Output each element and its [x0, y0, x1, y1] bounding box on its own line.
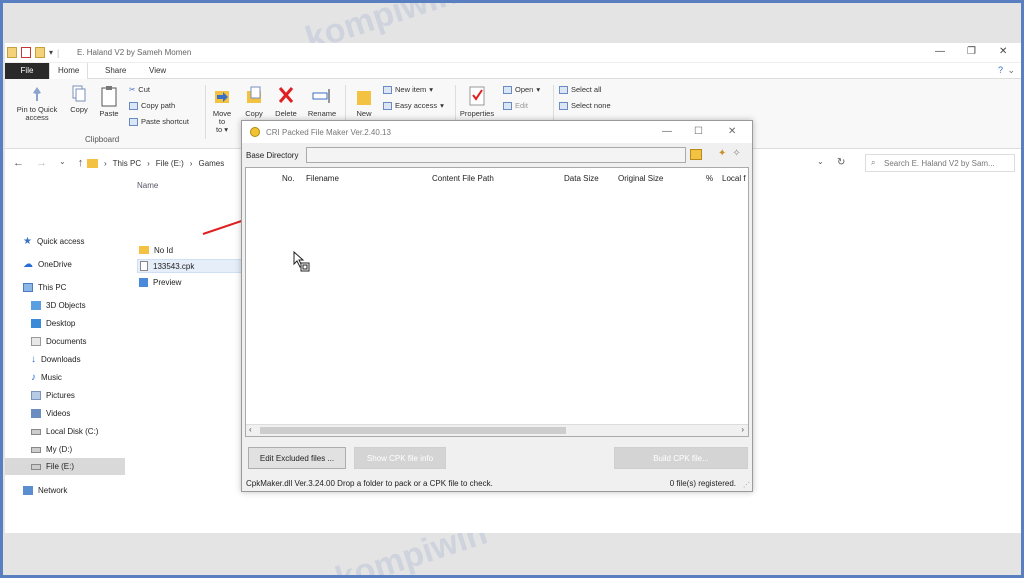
settings-icon[interactable]: ✧ [732, 148, 740, 159]
dialog-title: CRI Packed File Maker Ver.2.40.13 [266, 128, 391, 137]
file-count-status: 0 file(s) registered. [669, 479, 736, 488]
resize-grip-icon[interactable]: ⋰ [743, 481, 750, 489]
column-header-no[interactable]: No. [282, 174, 294, 183]
build-cpk-button[interactable]: Build CPK file... [614, 447, 748, 469]
wand-icon[interactable]: ✦ [718, 148, 726, 159]
scroll-left-icon[interactable]: ‹ [249, 425, 252, 434]
horizontal-scrollbar[interactable]: ‹ › [246, 424, 748, 436]
edit-excluded-files-button[interactable]: Edit Excluded files ... [248, 447, 346, 469]
browse-folder-icon[interactable] [690, 149, 702, 160]
close-icon[interactable]: ✕ [728, 126, 736, 137]
dialog-title-bar: CRI Packed File Maker Ver.2.40.13 — ☐ ✕ [242, 121, 752, 143]
scroll-right-icon[interactable]: › [741, 425, 744, 434]
column-header-data-size[interactable]: Data Size [564, 174, 599, 183]
base-directory-input[interactable] [306, 147, 686, 163]
dialog-tool-icons: ✦ ✧ [718, 148, 741, 159]
column-header-percent[interactable]: % [706, 174, 713, 183]
drag-cursor-icon [293, 251, 310, 272]
maximize-icon[interactable]: ☐ [694, 126, 703, 137]
show-cpk-info-button[interactable]: Show CPK file info [354, 447, 446, 469]
column-header-local[interactable]: Local f [722, 174, 746, 183]
column-header-filename[interactable]: Filename [306, 174, 339, 183]
scrollbar-thumb[interactable] [260, 427, 566, 434]
minimize-icon[interactable]: — [662, 126, 672, 137]
base-directory-label: Base Directory [246, 151, 299, 160]
column-header-original-size[interactable]: Original Size [618, 174, 663, 183]
table-header: No. Filename Content File Path Data Size… [246, 168, 748, 188]
status-text: CpkMaker.dll Ver.3.24.00 Drop a folder t… [246, 479, 493, 488]
desktop-screen: ▾ | E. Haland V2 by Sameh Momen — ❐ ✕ Fi… [5, 43, 1021, 533]
app-logo-icon [250, 127, 260, 137]
file-table[interactable]: No. Filename Content File Path Data Size… [245, 167, 749, 437]
screenshot-frame: kompiwin kompiwin ▾ | E. Haland V2 by Sa… [3, 3, 1021, 575]
cri-packed-file-maker-dialog: CRI Packed File Maker Ver.2.40.13 — ☐ ✕ … [241, 120, 753, 492]
column-header-content-path[interactable]: Content File Path [432, 174, 494, 183]
